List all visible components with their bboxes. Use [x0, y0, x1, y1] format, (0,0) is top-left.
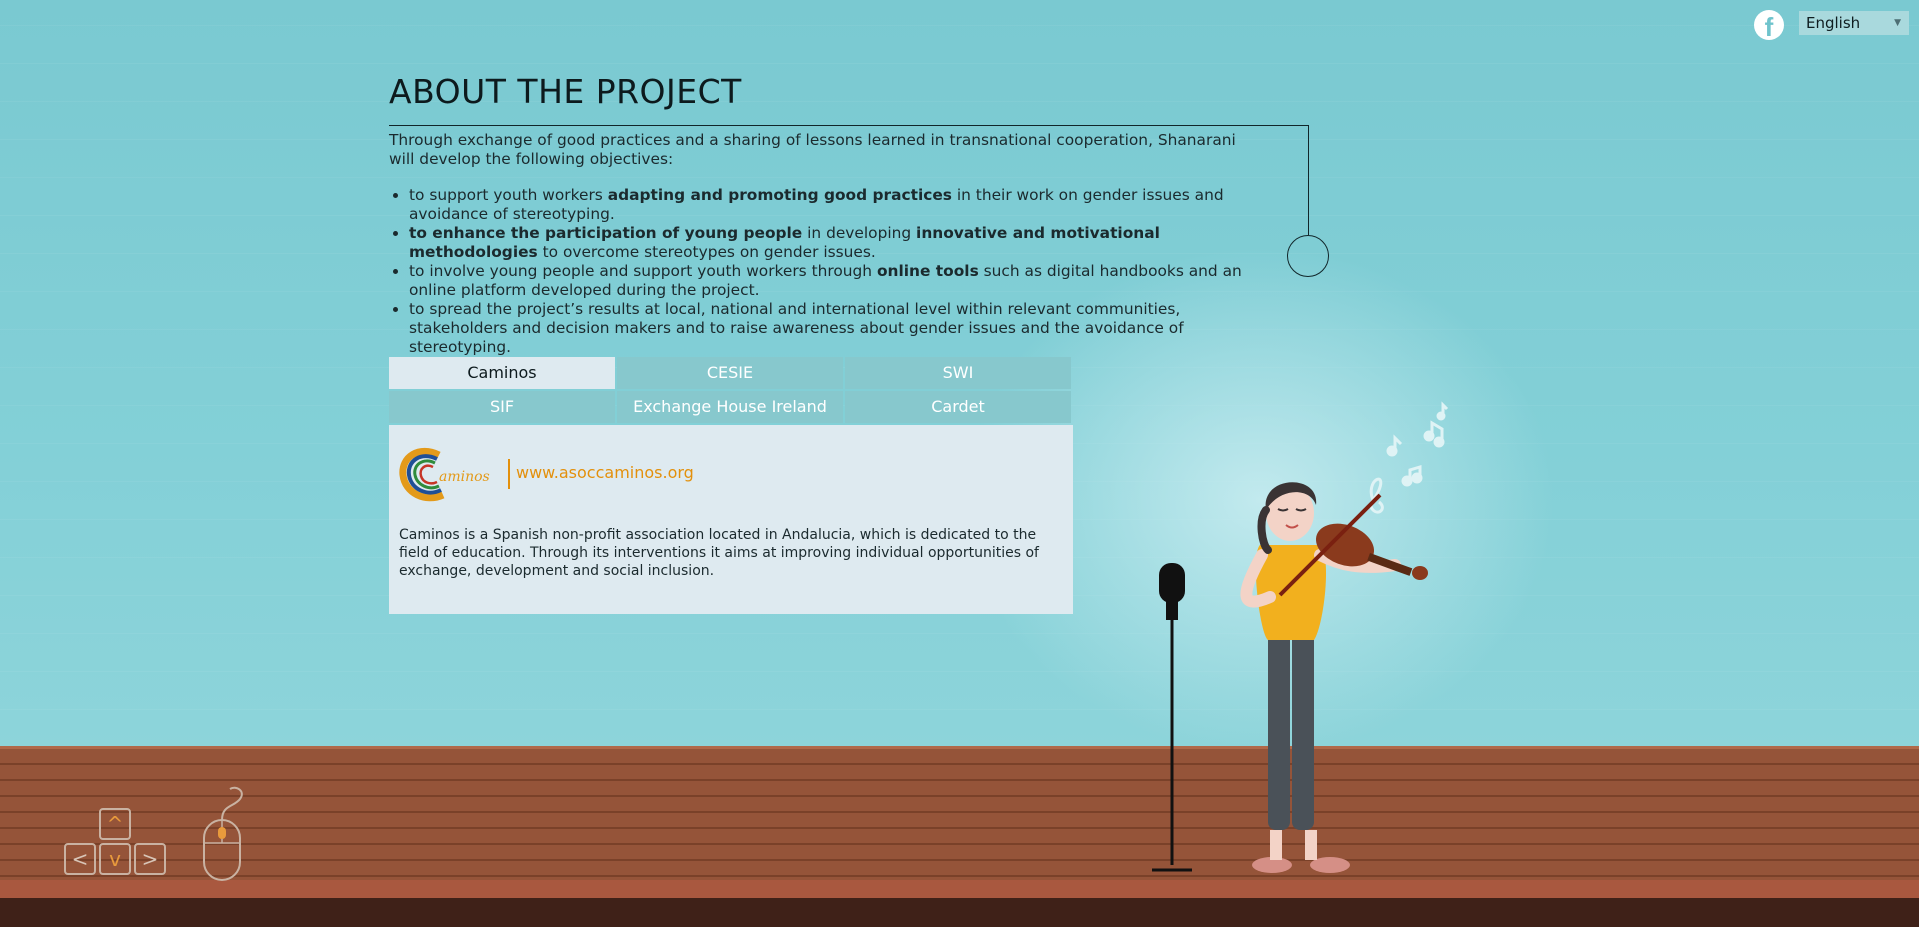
facebook-icon[interactable]: f [1754, 10, 1784, 40]
decorative-line-vertical [1308, 125, 1309, 235]
language-select[interactable]: English ▼ [1799, 11, 1909, 35]
caminos-logo: aminos [399, 447, 490, 502]
partner-description: Caminos is a Spanish non-profit associat… [399, 527, 1039, 579]
violinist-illustration [1152, 401, 1449, 873]
partner-tabs: Caminos CESIE SWI SIF Exchange House Ire… [389, 357, 1073, 423]
list-item: to involve young people and support yout… [409, 262, 1269, 300]
tab-cesie[interactable]: CESIE [617, 357, 843, 389]
decorative-circle [1287, 235, 1329, 277]
tab-sif[interactable]: SIF [389, 391, 615, 423]
page-title: ABOUT THE PROJECT [389, 72, 742, 111]
chevron-right-icon: > [141, 847, 159, 871]
stage-edge [0, 880, 1919, 898]
svg-text:aminos: aminos [439, 469, 490, 485]
mouse-scroll-icon [203, 786, 243, 881]
stage-floor [0, 746, 1919, 885]
tab-caminos[interactable]: Caminos [389, 357, 615, 389]
partner-website-link[interactable]: www.asoccaminos.org [516, 463, 694, 482]
tab-swi[interactable]: SWI [845, 357, 1071, 389]
list-item: to spread the project’s results at local… [409, 300, 1269, 357]
language-selected-label: English [1806, 14, 1861, 32]
chevron-left-icon: < [71, 847, 89, 871]
nav-up-button[interactable]: ^ [99, 808, 131, 840]
nav-right-button[interactable]: > [134, 843, 166, 875]
decorative-line [389, 125, 1308, 126]
nav-down-button[interactable]: v [99, 843, 131, 875]
stage-base [0, 898, 1919, 927]
logo-separator [508, 459, 510, 489]
intro-text: Through exchange of good practices and a… [389, 131, 1236, 168]
nav-left-button[interactable]: < [64, 843, 96, 875]
chevron-down-icon: ▼ [1894, 18, 1901, 28]
tab-exchange-house-ireland[interactable]: Exchange House Ireland [617, 391, 843, 423]
tab-cardet[interactable]: Cardet [845, 391, 1071, 423]
chevron-up-icon: ^ [106, 812, 124, 836]
list-item: to support youth workers adapting and pr… [409, 186, 1269, 224]
chevron-down-icon: v [109, 847, 121, 871]
objectives-list: to support youth workers adapting and pr… [389, 186, 1269, 357]
list-item: to enhance the participation of young pe… [409, 224, 1269, 262]
partner-panel: aminos www.asoccaminos.org Caminos is a … [389, 425, 1073, 614]
